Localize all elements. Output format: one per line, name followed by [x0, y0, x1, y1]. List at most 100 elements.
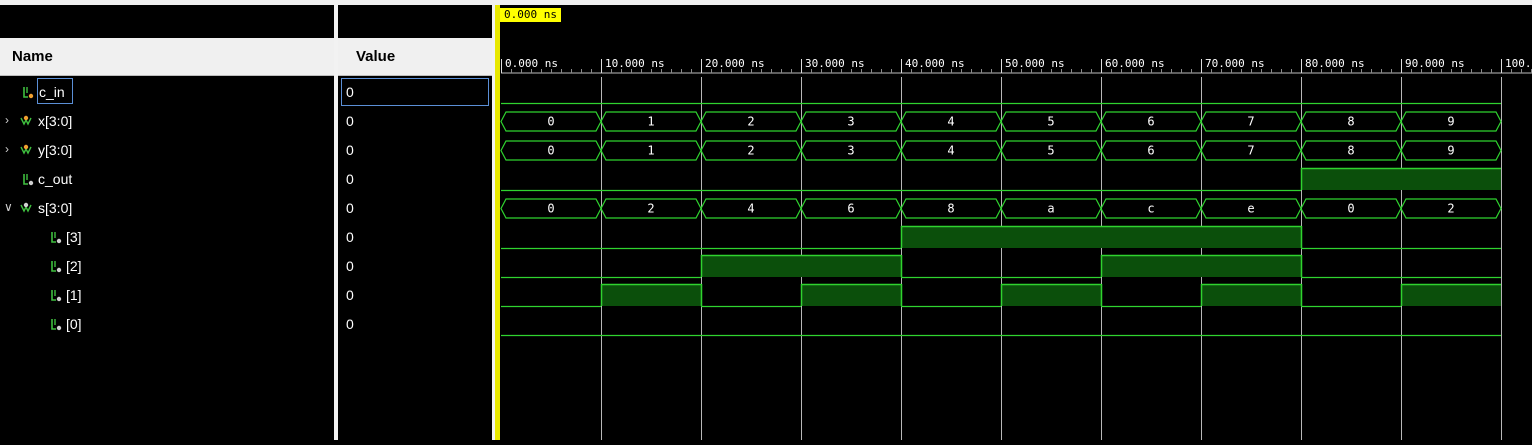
signal-row-y[interactable]: › y[3:0] [0, 136, 334, 165]
s3-high-fill [901, 226, 1001, 248]
signal-name: [0] [66, 316, 82, 332]
x-bus-value: 9 [1447, 115, 1454, 129]
s-bus-value: 4 [747, 202, 754, 216]
s-bus-value: 2 [1447, 202, 1454, 216]
s1-high-fill [1201, 284, 1301, 306]
cursor-time-label: 0.000 ns [500, 8, 561, 22]
signal-row-s2[interactable]: [2] [0, 252, 334, 281]
s2-high-fill [1201, 255, 1301, 277]
s-bus-value: 0 [1347, 202, 1354, 216]
ruler-tick-label: 80.000 ns [1305, 57, 1365, 70]
bit-signal-icon [23, 174, 34, 186]
bit-signal-icon [23, 87, 34, 99]
s1-high-fill [601, 284, 701, 306]
signal-row-c_out[interactable]: c_out [0, 165, 334, 194]
ruler-tick-label: 30.000 ns [805, 57, 865, 70]
bit-signal-icon [51, 232, 62, 244]
signal-row-s3[interactable]: [3] [0, 223, 334, 252]
signal-name: c_out [38, 171, 73, 187]
value-selection-box [341, 78, 489, 106]
s1-high-fill [1401, 284, 1501, 306]
y-bus-value: 5 [1047, 144, 1054, 158]
signal-row-s1[interactable]: [1] [0, 281, 334, 310]
s3-high-fill [1001, 226, 1101, 248]
ruler-tick-label: 50.000 ns [1005, 57, 1065, 70]
x-bus-value: 8 [1347, 115, 1354, 129]
c_out-high-fill [1401, 168, 1501, 190]
y-bus-value: 9 [1447, 144, 1454, 158]
waveform-canvas[interactable]: 0.000 ns 10.000 ns 20.000 ns 30.000 ns 4 0.00… [495, 5, 1532, 440]
s-bus-value: 0 [547, 202, 554, 216]
s3-high-fill [1201, 226, 1301, 248]
signal-row-x[interactable]: › x[3:0] [0, 107, 334, 136]
value-column-label: Value [356, 48, 396, 65]
x-bus-value: 4 [947, 115, 954, 129]
y-bus-value: 4 [947, 144, 954, 158]
y-bus-value: 8 [1347, 144, 1354, 158]
signal-value-x: 0 [346, 113, 354, 129]
x-bus-value: 6 [1147, 115, 1154, 129]
s-bus-value: 8 [947, 202, 954, 216]
signal-value-s0: 0 [346, 316, 354, 332]
signal-value-s3: 0 [346, 229, 354, 245]
x-bus-value: 7 [1247, 115, 1254, 129]
s1-high-fill [1001, 284, 1101, 306]
s2-high-fill [1101, 255, 1201, 277]
s-bus-value: e [1247, 202, 1254, 216]
signal-value-s: 0 [346, 200, 354, 216]
bus-signal-icon [20, 202, 32, 213]
y-bus-value: 1 [647, 144, 654, 158]
signal-value-c_out: 0 [346, 171, 354, 187]
signal-value-c_in: 0 [346, 84, 354, 100]
waveform-pane[interactable]: 0.000 ns 10.000 ns 20.000 ns 30.000 ns 4 0.00… [495, 5, 1532, 440]
x-bus-value: 5 [1047, 115, 1054, 129]
bit-signal-icon [51, 319, 62, 331]
s-bus-value: 2 [647, 202, 654, 216]
ruler-tick-label: 10.000 ns [605, 57, 665, 70]
signal-name: y[3:0] [38, 142, 73, 158]
signal-name: [2] [66, 258, 82, 274]
signal-row-c_in[interactable]: c_in [0, 78, 334, 107]
ruler-tick-label: 20.000 ns [705, 57, 765, 70]
ruler-tick-label: 70.000 ns [1205, 57, 1265, 70]
expand-chevron-icon[interactable]: › [5, 113, 9, 127]
ruler-tick-label: 100. [1505, 57, 1532, 70]
ruler-tick-label: 0.000 ns [505, 57, 558, 70]
ruler-tick-label: 60.000 ns [1105, 57, 1165, 70]
name-column-header[interactable]: Name [0, 38, 334, 76]
s-bus-value: a [1047, 202, 1054, 216]
y-bus-value: 7 [1247, 144, 1254, 158]
y-bus-value: 2 [747, 144, 754, 158]
signal-name: [1] [66, 287, 82, 303]
ruler-tick-label: 90.000 ns [1405, 57, 1465, 70]
y-bus-value: 3 [847, 144, 854, 158]
signal-value-y: 0 [346, 142, 354, 158]
signal-value-s2: 0 [346, 258, 354, 274]
s3-high-fill [1101, 226, 1201, 248]
signal-name: s[3:0] [38, 200, 73, 216]
y-bus-value: 6 [1147, 144, 1154, 158]
x-bus-value: 0 [547, 115, 554, 129]
c_out-high-fill [1301, 168, 1401, 190]
expand-chevron-icon[interactable]: › [5, 142, 9, 156]
bus-signal-icon [20, 115, 32, 126]
time-cursor[interactable] [495, 5, 500, 440]
signal-row-s0[interactable]: [0] [0, 310, 334, 339]
signal-value-s1: 0 [346, 287, 354, 303]
value-column-header[interactable]: Value [338, 38, 492, 76]
bus-signal-icon [20, 144, 32, 155]
s-bus-value: c [1147, 202, 1154, 216]
signal-name: x[3:0] [38, 113, 73, 129]
s1-high-fill [801, 284, 901, 306]
signal-name: c_in [39, 84, 65, 100]
name-column-label: Name [12, 48, 53, 65]
x-bus-value: 3 [847, 115, 854, 129]
s2-high-fill [701, 255, 801, 277]
collapse-chevron-icon[interactable]: ∨ [4, 200, 13, 214]
bit-signal-icon [51, 290, 62, 302]
x-bus-value: 1 [647, 115, 654, 129]
bit-signal-icon [51, 261, 62, 273]
signal-row-s[interactable]: ∨ s[3:0] [0, 194, 334, 223]
y-bus-value: 0 [547, 144, 554, 158]
s2-high-fill [801, 255, 901, 277]
